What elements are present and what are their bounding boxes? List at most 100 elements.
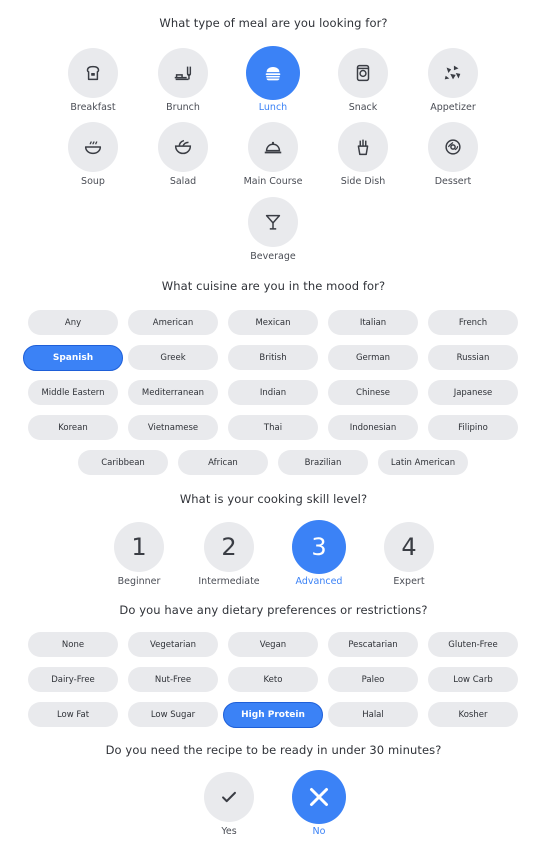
question-meal: What type of meal are you looking for? (159, 16, 388, 30)
skill-number[interactable]: 2 (204, 522, 254, 572)
diet-option-paleo[interactable]: Paleo (328, 667, 418, 692)
cuisine-option-middle-eastern[interactable]: Middle Eastern (28, 380, 118, 405)
diet-option-none[interactable]: None (28, 632, 118, 657)
cuisine-option-brazilian[interactable]: Brazilian (278, 450, 368, 475)
meal-label: Brunch (166, 102, 200, 113)
cuisine-option-german[interactable]: German (328, 345, 418, 370)
cuisine-option-greek[interactable]: Greek (128, 345, 218, 370)
diet-option-keto[interactable]: Keto (228, 667, 318, 692)
no-button[interactable] (292, 770, 346, 824)
skill-number[interactable]: 1 (114, 522, 164, 572)
cuisine-option-british[interactable]: British (228, 345, 318, 370)
question-time: Do you need the recipe to be ready in un… (105, 743, 442, 757)
meal-label: Appetizer (430, 102, 476, 113)
skill-number[interactable]: 4 (384, 522, 434, 572)
cloche-icon (264, 141, 282, 154)
skill-option-expert[interactable]: 4 Expert (369, 522, 449, 587)
cuisine-option-mexican[interactable]: Mexican (228, 310, 318, 335)
cuisine-option-chinese[interactable]: Chinese (328, 380, 418, 405)
meal-option-side-dish[interactable]: Side Dish (318, 122, 408, 187)
meal-option-lunch[interactable]: Lunch (228, 46, 318, 113)
meal-option-main-course[interactable]: Main Course (228, 122, 318, 187)
donut-icon (445, 139, 461, 155)
cuisine-option-indonesian[interactable]: Indonesian (328, 415, 418, 440)
diet-option-low-fat[interactable]: Low Fat (28, 702, 118, 727)
skill-label: Expert (393, 576, 425, 587)
quick-label: No (312, 826, 326, 837)
fries-icon (357, 139, 369, 156)
meal-label: Salad (169, 176, 197, 187)
snack-icon (356, 64, 370, 82)
diet-option-kosher[interactable]: Kosher (428, 702, 518, 727)
cuisine-option-french[interactable]: French (428, 310, 518, 335)
diet-option-vegetarian[interactable]: Vegetarian (128, 632, 218, 657)
skill-option-beginner[interactable]: 1 Beginner (99, 522, 179, 587)
meal-option-soup[interactable]: Soup (48, 122, 138, 187)
meal-label: Breakfast (70, 102, 116, 113)
meal-option-salad[interactable]: Salad (138, 122, 228, 187)
burger-icon (265, 67, 281, 81)
quick-option-no[interactable]: No (279, 770, 359, 837)
skill-label: Advanced (295, 576, 343, 587)
diet-option-nut-free[interactable]: Nut-Free (128, 667, 218, 692)
meal-button[interactable] (158, 48, 208, 98)
cuisine-option-caribbean[interactable]: Caribbean (78, 450, 168, 475)
diet-option-gluten-free[interactable]: Gluten-Free (428, 632, 518, 657)
salad-icon (174, 139, 192, 155)
cuisine-option-italian[interactable]: Italian (328, 310, 418, 335)
meal-button[interactable] (248, 122, 298, 172)
meal-option-snack[interactable]: Snack (318, 48, 408, 113)
meal-option-beverage[interactable]: Beverage (228, 197, 318, 262)
cuisine-option-korean[interactable]: Korean (28, 415, 118, 440)
meal-option-dessert[interactable]: Dessert (408, 122, 498, 187)
cuisine-option-american[interactable]: American (128, 310, 218, 335)
meal-option-breakfast[interactable]: Breakfast (48, 48, 138, 113)
cuisine-option-any[interactable]: Any (28, 310, 118, 335)
cuisine-option-russian[interactable]: Russian (428, 345, 518, 370)
meal-label: Beverage (250, 251, 296, 262)
toast-icon (86, 65, 100, 81)
diet-option-low-sugar[interactable]: Low Sugar (128, 702, 218, 727)
quick-option-yes[interactable]: Yes (189, 772, 269, 837)
meal-label: Dessert (434, 176, 472, 187)
cuisine-option-japanese[interactable]: Japanese (428, 380, 518, 405)
close-icon (310, 788, 328, 806)
meal-option-brunch[interactable]: Brunch (138, 48, 228, 113)
skill-number[interactable]: 3 (292, 520, 346, 574)
meal-button[interactable] (246, 46, 300, 100)
meal-button[interactable] (158, 122, 208, 172)
check-icon (222, 791, 236, 803)
diet-option-low-carb[interactable]: Low Carb (428, 667, 518, 692)
diet-option-dairy-free[interactable]: Dairy-Free (28, 667, 118, 692)
yes-button[interactable] (204, 772, 254, 822)
diet-option-pescatarian[interactable]: Pescatarian (328, 632, 418, 657)
soup-bowl-icon (84, 141, 102, 155)
diet-option-halal[interactable]: Halal (328, 702, 418, 727)
meal-button[interactable] (428, 48, 478, 98)
diet-option-vegan[interactable]: Vegan (228, 632, 318, 657)
cuisine-option-mediterranean[interactable]: Mediterranean (128, 380, 218, 405)
meal-option-appetizer[interactable]: Appetizer (408, 48, 498, 113)
meal-button[interactable] (428, 122, 478, 172)
skill-option-advanced[interactable]: 3 Advanced (279, 520, 359, 587)
skill-option-intermediate[interactable]: 2 Intermediate (189, 522, 269, 587)
cuisine-option-spanish[interactable]: Spanish (23, 344, 123, 371)
cuisine-option-latin-american[interactable]: Latin American (378, 450, 468, 475)
cuisine-option-african[interactable]: African (178, 450, 268, 475)
meal-button[interactable] (338, 48, 388, 98)
cocktail-icon (265, 214, 281, 230)
meal-button[interactable] (248, 197, 298, 247)
cuisine-option-filipino[interactable]: Filipino (428, 415, 518, 440)
meal-label: Soup (81, 176, 105, 187)
question-diet: Do you have any dietary preferences or r… (119, 603, 428, 617)
meal-button[interactable] (338, 122, 388, 172)
nachos-icon (444, 65, 461, 80)
cuisine-option-thai[interactable]: Thai (228, 415, 318, 440)
diet-option-high-protein[interactable]: High Protein (223, 701, 323, 728)
cuisine-option-indian[interactable]: Indian (228, 380, 318, 405)
cuisine-option-vietnamese[interactable]: Vietnamese (128, 415, 218, 440)
meal-button[interactable] (68, 122, 118, 172)
brunch-icon (174, 66, 192, 81)
meal-button[interactable] (68, 48, 118, 98)
question-skill: What is your cooking skill level? (179, 492, 368, 506)
